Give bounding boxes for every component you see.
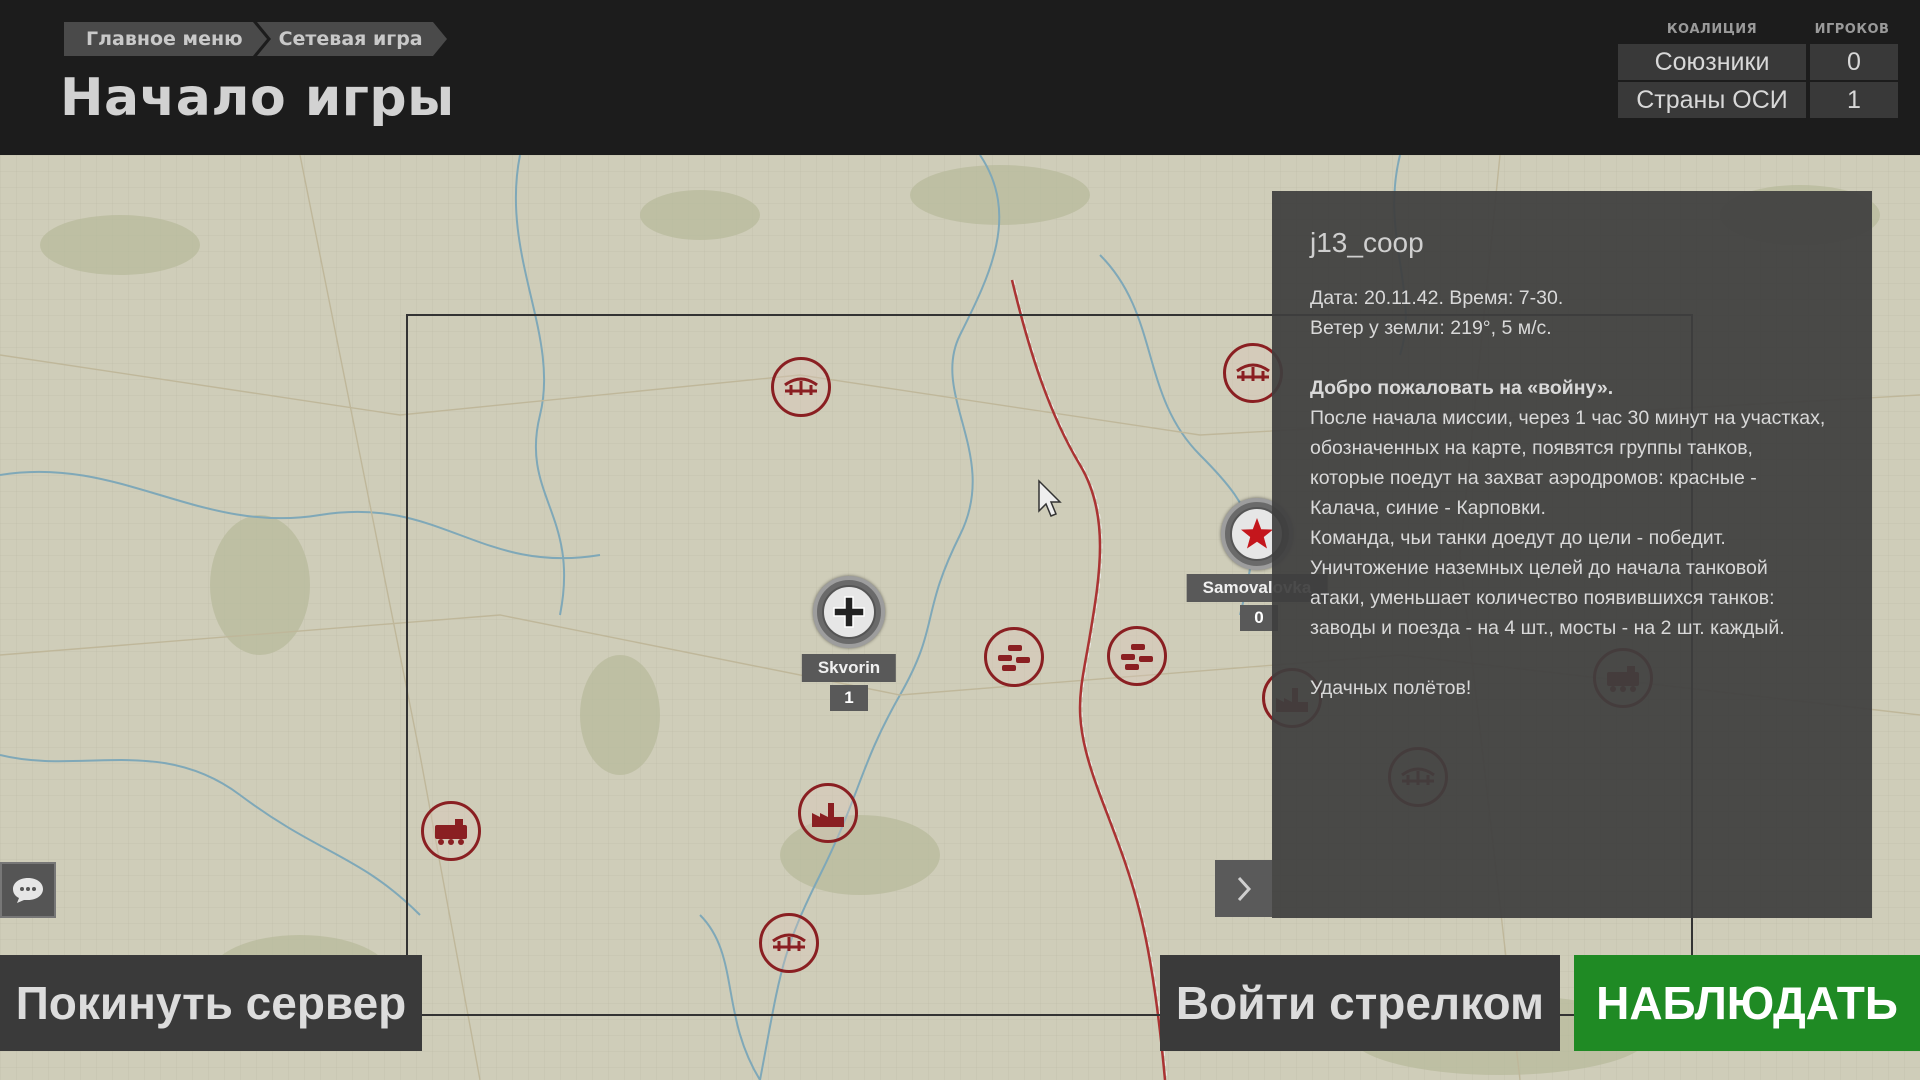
mission-description-line: Уничтожение наземных целей до начала тан… xyxy=(1310,557,1768,579)
players-column-header: ИГРОКОВ xyxy=(1814,22,1890,37)
mission-description-line: которые поедут на захват аэродромов: кра… xyxy=(1310,467,1757,489)
red-star-icon xyxy=(1241,518,1273,549)
mission-info-panel: j13_coop Дата: 20.11.42. Время: 7-30. Ве… xyxy=(1272,191,1872,918)
bridge-icon xyxy=(784,377,818,395)
breadcrumb: Главное меню Сетевая игра xyxy=(64,22,447,56)
coalition-column-header: КОАЛИЦИЯ xyxy=(1666,22,1758,37)
airfield-name-label: Skvorin xyxy=(801,654,897,682)
mission-description-line: заводы и поезда - на 4 шт., мосты - на 2… xyxy=(1310,617,1785,639)
mission-name: j13_coop xyxy=(1310,227,1424,258)
tanks-icon xyxy=(998,645,1030,671)
train-target-marker[interactable] xyxy=(421,801,481,861)
coalition-row-allies: Союзники 0 xyxy=(1618,44,1898,80)
balkenkreuz-icon xyxy=(833,596,865,628)
mission-date-time: Дата: 20.11.42. Время: 7-30. xyxy=(1310,287,1564,309)
coalition-player-count: 0 xyxy=(1810,44,1898,80)
factory-target-marker[interactable] xyxy=(798,783,858,843)
coalition-name: Союзники xyxy=(1618,44,1806,80)
panel-toggle-button[interactable] xyxy=(1215,860,1272,917)
train-icon xyxy=(435,819,467,845)
breadcrumb-multiplayer[interactable]: Сетевая игра xyxy=(256,22,447,56)
coalition-player-count: 1 xyxy=(1810,82,1898,118)
mission-description-line: обозначенных на карте, появятся группы т… xyxy=(1310,437,1753,459)
chevron-right-icon xyxy=(1237,876,1251,901)
tanks-target-marker[interactable] xyxy=(984,627,1044,687)
page-title: Начало игры xyxy=(60,68,455,128)
coalition-table: КОАЛИЦИЯ ИГРОКОВ Союзники 0 Страны ОСИ 1 xyxy=(1618,22,1898,120)
bridge-icon xyxy=(1236,363,1270,381)
factory-icon xyxy=(812,803,844,827)
airfield-skvorin[interactable] xyxy=(813,576,885,648)
mouse-cursor-icon xyxy=(1038,479,1062,517)
bridge-target-marker[interactable] xyxy=(759,913,819,973)
spectate-button[interactable]: НАБЛЮДАТЬ xyxy=(1574,955,1920,1051)
coalition-name: Страны ОСИ xyxy=(1618,82,1806,118)
header: Главное меню Сетевая игра Начало игры КО… xyxy=(0,0,1920,155)
tanks-icon xyxy=(1121,644,1153,670)
breadcrumb-main-menu[interactable]: Главное меню xyxy=(64,22,267,56)
mission-welcome: Добро пожаловать на «войну». xyxy=(1310,377,1614,399)
leave-server-button[interactable]: Покинуть сервер xyxy=(0,955,422,1051)
chat-icon xyxy=(13,878,43,903)
bridge-target-marker[interactable] xyxy=(771,357,831,417)
mission-description-line: атаки, уменьшает количество появившихся … xyxy=(1310,587,1775,609)
mission-description-line: Команда, чьи танки доедут до цели - побе… xyxy=(1310,527,1726,549)
chat-button[interactable] xyxy=(0,862,56,918)
mission-description-line: Калача, синие - Карповки. xyxy=(1310,497,1546,519)
mission-wind: Ветер у земли: 219°, 5 м/с. xyxy=(1310,317,1552,339)
coalition-row-axis: Страны ОСИ 1 xyxy=(1618,82,1898,118)
mission-description-line: После начала миссии, через 1 час 30 мину… xyxy=(1310,407,1826,429)
mission-farewell: Удачных полётов! xyxy=(1310,677,1472,699)
bridge-icon xyxy=(772,933,806,951)
join-as-gunner-button[interactable]: Войти стрелком xyxy=(1160,955,1560,1051)
airfield-player-count: 1 xyxy=(830,685,868,711)
tanks-target-marker[interactable] xyxy=(1107,626,1167,686)
